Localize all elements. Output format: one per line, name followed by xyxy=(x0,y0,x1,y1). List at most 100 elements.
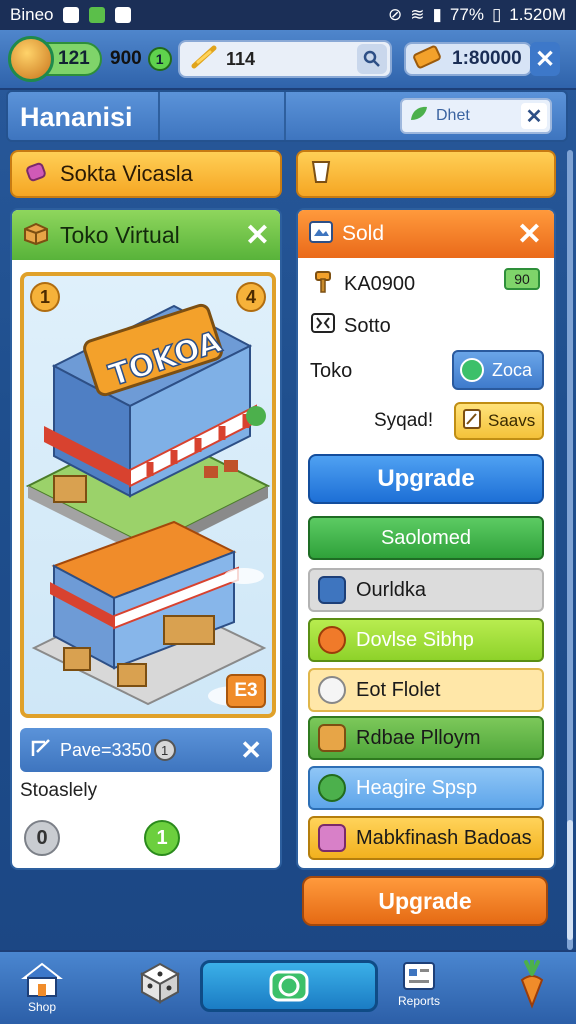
close-icon[interactable]: ✕ xyxy=(240,735,262,766)
box-icon xyxy=(22,220,50,251)
zoca-button[interactable]: Zoca xyxy=(452,350,544,390)
cost-value: KA0900 xyxy=(344,272,416,295)
toko-row: Toko xyxy=(310,360,352,383)
hammer-icon xyxy=(310,268,336,300)
upgrade-card: Sold ✕ KA0900 90 Sotto Toko Zoca Syqad! … xyxy=(296,208,556,870)
message-icon xyxy=(115,7,132,23)
sotto-row: Sotto xyxy=(310,312,391,340)
nav-carrot[interactable] xyxy=(510,960,554,1010)
close-icon[interactable]: ✕ xyxy=(517,217,542,252)
reports-icon xyxy=(403,962,436,990)
bag-icon xyxy=(318,626,346,654)
close-icon[interactable]: ✕ xyxy=(530,42,560,76)
tab-sokta-vicasla[interactable]: Sokta Vicasla xyxy=(10,150,282,198)
list-item-rdbae-plloym[interactable]: Rdbae Plloym xyxy=(308,716,544,760)
store-card-header: Toko Virtual ✕ xyxy=(12,210,280,260)
wheat-icon xyxy=(190,44,218,75)
list-item-label: Eot Flolet xyxy=(356,678,441,701)
list-item-eot-flolet[interactable]: Eot Flolet xyxy=(308,668,544,712)
clock: 1.520M xyxy=(509,5,566,24)
nav-reports[interactable]: Reports xyxy=(398,960,440,1008)
gems-counter[interactable]: 1:80000 xyxy=(404,42,532,76)
upgrade-card-title: Sold xyxy=(342,222,385,245)
signal-icon: ▮ xyxy=(432,5,442,24)
pave-coin-icon: 1 xyxy=(153,739,176,761)
list-item-saolomed[interactable]: Saolomed xyxy=(308,516,544,560)
search-value: 114 xyxy=(226,48,256,69)
list-item-label: Rdbae Plloym xyxy=(356,726,481,749)
cost-row: KA0900 xyxy=(310,268,415,300)
list-item-dovlse-sibhp[interactable]: Dovlse Sibhp xyxy=(308,618,544,662)
plant-icon xyxy=(318,774,346,802)
header-search-label: Dhet xyxy=(436,107,470,124)
search-icon[interactable] xyxy=(357,44,387,74)
art-badge-right: 4 xyxy=(236,282,266,312)
header-divider xyxy=(158,92,160,140)
art-badge-left: 1 xyxy=(30,282,60,312)
shop-icon xyxy=(21,962,63,997)
upgrade-button[interactable]: Upgrade xyxy=(308,454,544,504)
nav-shop-label: Shop xyxy=(27,1000,57,1014)
list-item-ourldka[interactable]: Ourldka xyxy=(308,568,544,612)
pave-icon xyxy=(30,737,52,764)
pave-bar[interactable]: Pave=3350 1 ✕ xyxy=(20,728,272,772)
header-search-field[interactable]: Dhet ✕ xyxy=(400,98,552,134)
list-item-label: Mabkfinash Badoas xyxy=(356,826,532,849)
candy-icon xyxy=(22,159,50,190)
clear-icon[interactable]: ✕ xyxy=(521,103,547,129)
bottom-upgrade-button[interactable]: Upgrade xyxy=(302,876,548,926)
list-item-heagire-spsp[interactable]: Heagire Spsp xyxy=(308,766,544,810)
status-bar: Bineo ⊘ ≋ ▮ 77% ▯ 1.520M xyxy=(0,0,576,30)
green-toggle[interactable]: 1 xyxy=(144,820,180,856)
page-header: Hananisi Dhet ✕ xyxy=(6,90,568,142)
ticket-icon xyxy=(412,44,442,75)
leaf-icon xyxy=(408,104,430,129)
cup-icon xyxy=(310,159,332,190)
camera-icon xyxy=(269,970,309,1002)
nav-camera-button[interactable] xyxy=(200,960,378,1012)
cookie-icon xyxy=(318,676,346,704)
gift-icon xyxy=(318,824,346,852)
list-item-mabkfinash-badoas[interactable]: Mabkfinash Badoas xyxy=(308,816,544,860)
note-icon xyxy=(462,408,482,435)
nav-dice[interactable] xyxy=(138,960,182,1004)
art-corner-badge[interactable]: E3 xyxy=(226,674,266,708)
slot-label: Stoaslely xyxy=(20,780,98,801)
tab-empty[interactable] xyxy=(296,150,556,198)
cost-chip: 90 xyxy=(504,268,540,290)
notification-icon xyxy=(63,7,80,23)
carrot-icon xyxy=(520,960,544,1009)
zoca-label: Zoca xyxy=(492,359,533,380)
battery-icon: ▯ xyxy=(491,5,502,24)
toko-label: Toko xyxy=(310,360,353,382)
frame-icon xyxy=(308,220,334,249)
store-card: Toko Virtual ✕ TOKOA 1 4 E3 Pave=3350 1 … xyxy=(10,208,282,870)
globe-icon xyxy=(460,358,484,382)
alarm-icon: ⊘ xyxy=(388,5,403,24)
grey-toggle[interactable]: 0 xyxy=(24,820,60,856)
avatar-icon[interactable] xyxy=(8,36,54,82)
coin-icon: 1 xyxy=(147,47,172,71)
battery-percent: 77% xyxy=(449,5,484,24)
bottom-nav: Shop Reports xyxy=(0,950,576,1024)
list-item-label: Dovlse Sibhp xyxy=(356,628,474,651)
page-title: Hananisi xyxy=(20,102,133,132)
list-item-label: Saolomed xyxy=(380,526,472,549)
nav-shop[interactable]: Shop xyxy=(20,960,64,1014)
list-item-label: Ourldka xyxy=(356,578,427,601)
store-building-icon: TOKOA xyxy=(25,303,271,706)
tab-label: Sokta Vicasla xyxy=(60,161,193,186)
upgrade-card-header: Sold ✕ xyxy=(298,210,554,258)
crate-icon xyxy=(318,724,346,752)
pave-label: Pave=3350 xyxy=(60,739,152,760)
search-field[interactable]: 114 xyxy=(178,40,392,78)
saves-button[interactable]: Saavs xyxy=(454,402,544,440)
sotto-label: Sotto xyxy=(344,314,391,337)
store-illustration[interactable]: TOKOA 1 4 E3 xyxy=(20,272,276,718)
level-value: 121 xyxy=(58,48,90,69)
header-divider xyxy=(284,92,286,140)
app-notification-icon xyxy=(89,7,106,23)
scrollbar-thumb[interactable] xyxy=(567,820,573,940)
saves-label: Saavs xyxy=(488,411,536,430)
close-icon[interactable]: ✕ xyxy=(245,218,270,253)
